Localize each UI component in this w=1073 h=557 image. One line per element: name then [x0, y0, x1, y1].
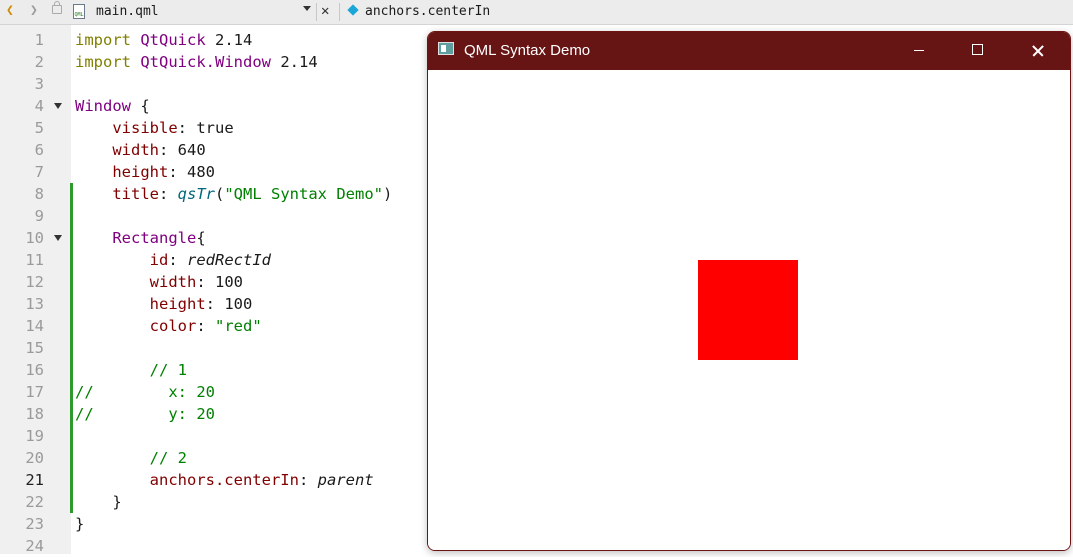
window-titlebar[interactable]: QML Syntax Demo: [428, 32, 1070, 70]
line-number: 4: [34, 97, 44, 115]
code-text: width: 100: [149, 273, 243, 291]
change-marker: [70, 293, 73, 315]
line-number: 9: [34, 207, 44, 225]
code-text: id: redRectId: [149, 251, 271, 269]
line-number: 23: [25, 515, 44, 533]
line-number: 15: [25, 339, 44, 357]
chevron-down-icon[interactable]: [303, 6, 311, 11]
line-number: 10: [25, 229, 44, 247]
code-text: visible: true: [112, 119, 234, 137]
code-text: import QtQuick.Window 2.14: [75, 53, 318, 71]
code-text: // y: 20: [75, 405, 215, 423]
code-text: // x: 20: [75, 383, 215, 401]
change-marker: [70, 469, 73, 491]
change-marker: [70, 491, 73, 513]
line-number: 7: [34, 163, 44, 181]
minimize-button[interactable]: [896, 32, 942, 70]
code-text: }: [75, 515, 85, 533]
line-number: 3: [34, 75, 44, 93]
line-number: 2: [34, 53, 44, 71]
qml-file-icon: QML: [73, 4, 85, 19]
change-marker: [70, 359, 73, 381]
change-marker: [70, 403, 73, 425]
line-number: 11: [25, 251, 44, 269]
symbol-icon: [347, 4, 359, 16]
code-text: Rectangle{: [112, 229, 206, 247]
change-marker: [70, 249, 73, 271]
line-number: 19: [25, 427, 44, 445]
line-number: 21: [25, 471, 44, 489]
app-icon: [438, 42, 454, 55]
change-marker: [70, 271, 73, 293]
symbol-selector[interactable]: anchors.centerIn: [365, 4, 490, 19]
code-text: height: 100: [149, 295, 253, 313]
close-window-button[interactable]: [1015, 32, 1061, 70]
close-document-icon[interactable]: ✕: [321, 3, 329, 19]
window-title: QML Syntax Demo: [464, 42, 591, 59]
line-number: 13: [25, 295, 44, 313]
code-text: anchors.centerIn: parent: [149, 471, 374, 489]
line-number: 20: [25, 449, 44, 467]
code-text: height: 480: [112, 163, 215, 181]
line-number: 16: [25, 361, 44, 379]
code-text: width: 640: [112, 141, 206, 159]
change-marker: [70, 315, 73, 337]
code-text: Window {: [75, 97, 150, 115]
code-text: // 2: [149, 449, 187, 467]
line-number: 14: [25, 317, 44, 335]
change-marker: [70, 447, 73, 469]
maximize-button[interactable]: [954, 32, 1000, 70]
line-number: 18: [25, 405, 44, 423]
code-text: color: "red": [149, 317, 262, 335]
line-number: 1: [34, 31, 44, 49]
window-canvas: [428, 70, 1070, 550]
fold-arrow-icon[interactable]: [54, 103, 62, 109]
app-window: QML Syntax Demo: [427, 31, 1071, 551]
change-marker: [70, 381, 73, 403]
fold-arrow-icon[interactable]: [54, 235, 62, 241]
change-marker: [70, 425, 73, 447]
line-number: 8: [34, 185, 44, 203]
line-number: 5: [34, 119, 44, 137]
file-name-selector[interactable]: main.qml: [96, 4, 159, 19]
back-arrow-icon[interactable]: ❮: [6, 3, 14, 18]
forward-arrow-icon[interactable]: ❯: [30, 3, 38, 18]
divider: [316, 3, 317, 21]
code-text: title: qsTr("QML Syntax Demo"): [112, 185, 393, 203]
change-marker: [70, 337, 73, 359]
code-text: import QtQuick 2.14: [75, 31, 253, 49]
line-number: 12: [25, 273, 44, 291]
line-number: 17: [25, 383, 44, 401]
line-number: 22: [25, 493, 44, 511]
change-marker: [70, 205, 73, 227]
code-text: // 1: [149, 361, 187, 379]
lock-icon: [52, 1, 62, 14]
editor-toolbar: ❮ ❯ QML main.qml ✕ anchors.centerIn: [0, 0, 1073, 25]
divider: [339, 3, 340, 21]
change-marker: [70, 227, 73, 249]
code-text: }: [75, 493, 122, 511]
line-number: 6: [34, 141, 44, 159]
change-marker: [70, 183, 73, 205]
red-rectangle: [698, 260, 798, 360]
